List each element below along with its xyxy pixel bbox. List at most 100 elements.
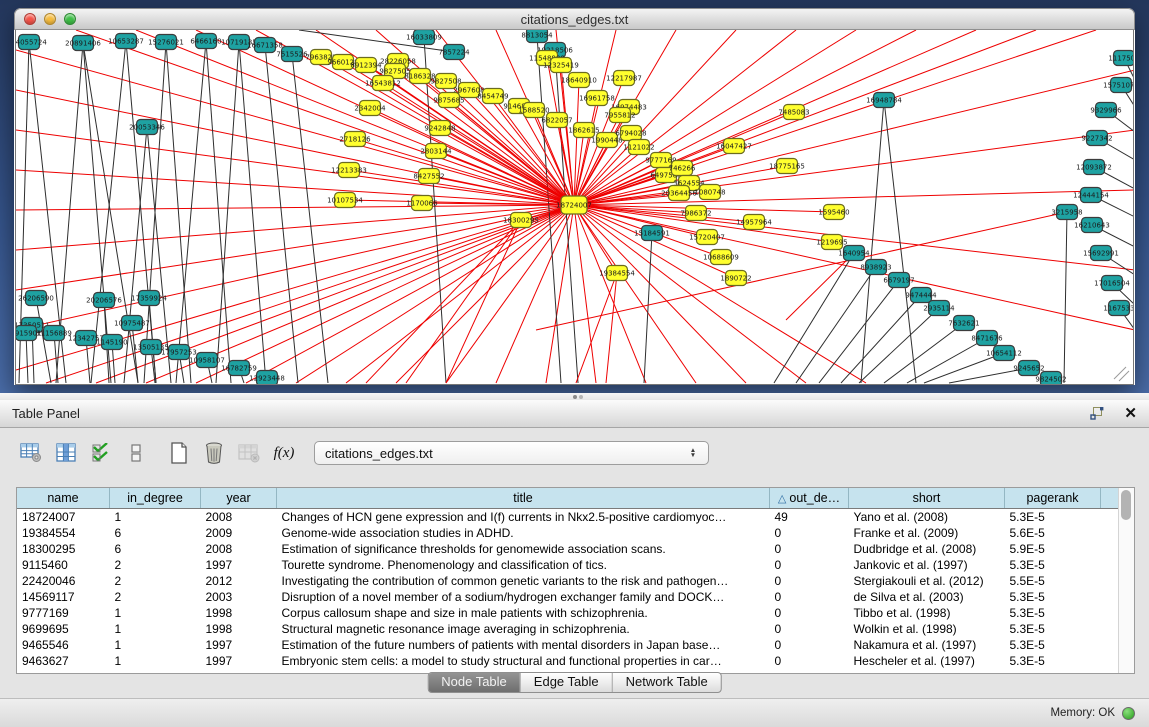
table-row[interactable]: 969969511998Structural magnetic resonanc… — [17, 621, 1129, 637]
table-row[interactable]: 2242004622012Investigating the contribut… — [17, 573, 1129, 589]
graph-node[interactable]: 1640954 — [838, 246, 870, 261]
graph-node[interactable]: 8471676 — [971, 331, 1003, 346]
table-select-dropdown[interactable]: citations_edges.txt ▲▼ — [314, 441, 709, 465]
graph-node[interactable]: 12093872 — [1076, 160, 1112, 175]
panel-splitter[interactable] — [0, 393, 1149, 400]
graph-node-label: 6794028 — [615, 130, 646, 138]
graph-node[interactable]: 15692991 — [1083, 246, 1119, 261]
show-columns-icon[interactable] — [55, 442, 77, 464]
graph-node[interactable]: 1219695 — [816, 235, 847, 250]
table-row[interactable]: 946362711997Embryonic stem cells: a mode… — [17, 653, 1129, 669]
table-row[interactable]: 977716911998Corpus callosum shape and si… — [17, 605, 1129, 621]
graph-node[interactable]: 6822057 — [541, 113, 572, 128]
graph-node[interactable]: 10975487 — [114, 316, 150, 331]
graph-node-label: 15751074 — [1103, 82, 1134, 90]
graph-node[interactable]: 18724007 — [556, 196, 592, 214]
graph-node-label: 18300295 — [503, 217, 539, 225]
graph-node[interactable]: 12444154 — [1073, 188, 1109, 203]
graph-node[interactable]: 17016504 — [1094, 276, 1130, 291]
graph-node[interactable]: 19384554 — [599, 266, 635, 281]
table-cell: Embryonic stem cells: a model to study s… — [277, 653, 770, 669]
graph-node[interactable]: 9329966 — [1090, 103, 1122, 118]
table-row[interactable]: 1938455462009Genome-wide association stu… — [17, 525, 1129, 541]
graph-node[interactable]: 12217987 — [606, 71, 642, 86]
graph-node[interactable]: 8813054 — [521, 30, 553, 43]
graph-node-label: 15276021 — [148, 39, 184, 47]
graph-node[interactable]: 1121022 — [623, 140, 654, 155]
table-row[interactable]: 1456911722003Disruption of a novel membe… — [17, 589, 1129, 605]
edge-red — [46, 205, 574, 383]
edge-red — [355, 139, 574, 205]
graph-node[interactable]: 16033809 — [406, 30, 442, 45]
graph-node[interactable]: 20891406 — [65, 36, 101, 51]
graph-node[interactable]: 16782759 — [221, 361, 257, 376]
graph-node[interactable]: 3215958 — [1051, 205, 1082, 220]
column-header-year[interactable]: year — [201, 488, 277, 509]
table-cell: 18300295 — [17, 541, 110, 557]
graph-node[interactable]: 18640910 — [561, 73, 597, 88]
graph-node[interactable]: 20206576 — [86, 293, 122, 308]
graph-node[interactable]: 8938923 — [860, 260, 891, 275]
delete-attribute-icon[interactable] — [203, 442, 225, 464]
graph-node[interactable]: 10653287 — [108, 34, 144, 49]
edge-red — [196, 30, 574, 205]
column-header-title[interactable]: title — [277, 488, 770, 509]
table-row[interactable]: 911546021997Tourette syndrome. Phenomeno… — [17, 557, 1129, 573]
graph-node[interactable]: 9824502 — [1035, 372, 1066, 385]
table-row[interactable]: 946554611997Estimation of the future num… — [17, 637, 1129, 653]
graph-node[interactable]: 10107534 — [327, 193, 363, 208]
graph-node[interactable]: 10654112 — [986, 346, 1022, 361]
graph-node[interactable]: 7857224 — [438, 45, 470, 60]
tab-network-table[interactable]: Network Table — [612, 673, 721, 692]
graph-node[interactable]: 9245652 — [1013, 361, 1044, 376]
graph-node[interactable]: 24055724 — [16, 35, 47, 50]
table-settings-icon[interactable] — [20, 442, 42, 464]
table-cell: Genome-wide association studies in ADHD. — [277, 525, 770, 541]
window-title: citations_edges.txt — [15, 9, 1134, 31]
create-table-icon[interactable] — [168, 442, 190, 464]
graph-node-label: 1080748 — [694, 189, 725, 197]
graph-node[interactable]: 1167533 — [1103, 301, 1134, 316]
function-builder-icon[interactable]: f(x) — [273, 442, 295, 464]
graph-node-label: 8454749 — [477, 93, 508, 101]
column-header-short[interactable]: short — [849, 488, 1005, 509]
graph-node[interactable]: 16961758 — [579, 91, 615, 106]
graph-node[interactable]: 12213383 — [331, 163, 367, 178]
float-panel-icon[interactable] — [1086, 403, 1108, 425]
table-cell: 5.3E-5 — [1005, 589, 1101, 605]
tab-node-table[interactable]: Node Table — [428, 673, 520, 692]
graph-node-label: 16961758 — [579, 95, 615, 103]
close-panel-icon[interactable]: ✕ — [1124, 406, 1137, 421]
graph-node[interactable]: 9227342 — [1081, 131, 1112, 146]
tab-edge-table[interactable]: Edge Table — [520, 673, 612, 692]
graph-node[interactable]: 15751074 — [1103, 78, 1134, 93]
graph-node[interactable]: 746266 — [669, 161, 696, 176]
graph-node[interactable]: 2718126 — [339, 132, 371, 147]
graph-node[interactable]: 1117504 — [1108, 51, 1134, 66]
graph-node[interactable]: 16210643 — [1074, 218, 1110, 233]
network-view-canvas[interactable]: 24055724 20891406 10653287 15276021 6466160 1… — [15, 30, 1134, 385]
scrollbar-thumb[interactable] — [1121, 490, 1131, 520]
graph-node[interactable]: 26206590 — [18, 291, 54, 306]
graph-node[interactable]: 1170066 — [406, 196, 438, 211]
vertical-scrollbar[interactable] — [1118, 488, 1134, 673]
column-header-name[interactable]: name — [17, 488, 110, 509]
graph-node[interactable]: 18775165 — [769, 159, 805, 174]
graph-node[interactable]: 7632621 — [948, 316, 979, 331]
edge-black — [907, 338, 987, 383]
graph-node[interactable]: 1595460 — [818, 205, 849, 220]
table-row[interactable]: 1830029562008Estimation of significance … — [17, 541, 1129, 557]
apply-selected-icon[interactable] — [90, 442, 112, 464]
row-options-icon[interactable] — [125, 442, 147, 464]
table-row[interactable]: 1872400712008Changes of HCN gene express… — [17, 509, 1129, 526]
graph-node[interactable]: 1862615 — [568, 123, 599, 138]
edge-black — [91, 41, 126, 383]
edge-red — [296, 205, 574, 383]
column-header-in_degree[interactable]: in_degree — [110, 488, 201, 509]
graph-node[interactable]: 6466160 — [190, 34, 221, 49]
graph-node[interactable]: 12923448 — [249, 371, 285, 385]
column-header-out_de[interactable]: △ out_de… — [770, 488, 849, 509]
graph-node[interactable]: 10688609 — [703, 250, 739, 265]
column-header-pagerank[interactable]: pagerank — [1005, 488, 1101, 509]
network-window-titlebar[interactable]: citations_edges.txt — [14, 8, 1135, 30]
